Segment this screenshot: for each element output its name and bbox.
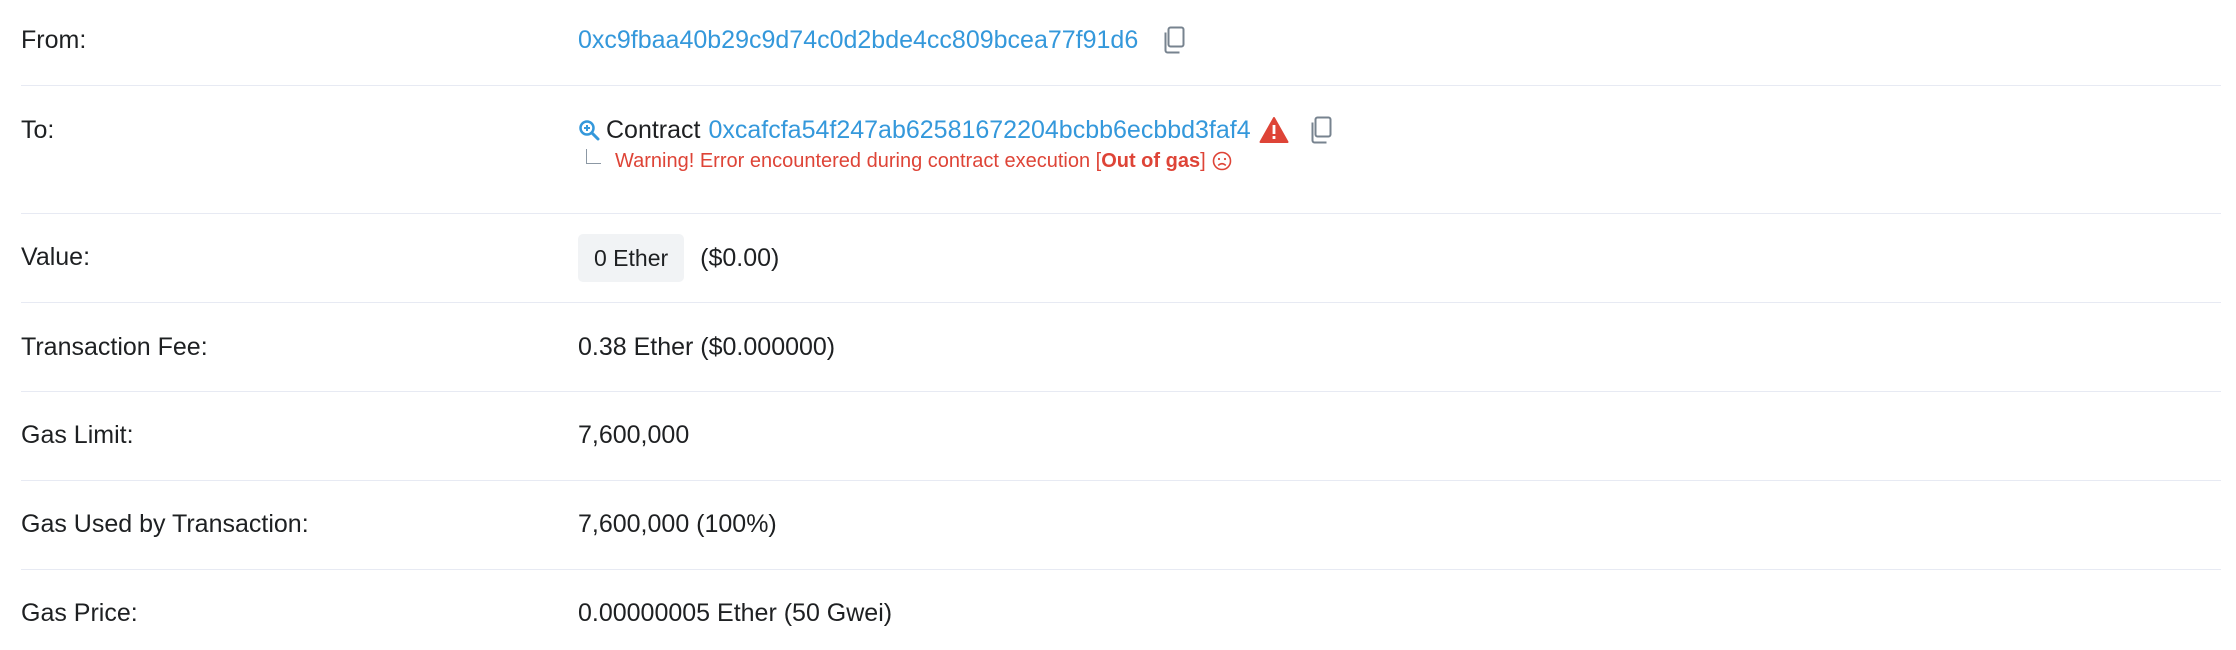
- execution-warning: Warning! Error encountered during contra…: [578, 148, 1232, 174]
- warning-error: Out of gas: [1101, 150, 1201, 172]
- copy-icon[interactable]: [1162, 26, 1186, 54]
- row-gas-price: Gas Price: 0.00000005 Ether (50 Gwei): [21, 569, 2221, 650]
- value-usd: ($0.00): [700, 244, 780, 272]
- gas-used-label: Gas Used by Transaction:: [21, 510, 309, 538]
- to-label: To:: [21, 116, 55, 144]
- warning-prefix: Warning! Error encountered during contra…: [615, 150, 1102, 172]
- sad-face-icon: [1212, 151, 1232, 171]
- value-label: Value:: [21, 243, 91, 271]
- row-gas-limit: Gas Limit: 7,600,000: [21, 391, 2221, 480]
- to-value: Contract 0xcafcfa54f247ab62581672204bcbb…: [578, 115, 1333, 145]
- from-address-link[interactable]: 0xc9fbaa40b29c9d74c0d2bde4cc809bcea77f91…: [578, 25, 1138, 55]
- warning-triangle-icon: [1259, 116, 1289, 144]
- search-icon[interactable]: [578, 119, 600, 141]
- from-value: 0xc9fbaa40b29c9d74c0d2bde4cc809bcea77f91…: [578, 25, 1186, 55]
- gas-used-value: 7,600,000 (100%): [578, 510, 777, 538]
- gas-price-label: Gas Price:: [21, 599, 138, 627]
- warning-suffix: ]: [1200, 150, 1206, 172]
- fee-label: Transaction Fee:: [21, 333, 208, 361]
- row-value: Value: 0 Ether ($0.00): [21, 213, 2221, 302]
- row-transaction-fee: Transaction Fee: 0.38 Ether ($0.000000): [21, 302, 2221, 391]
- copy-icon[interactable]: [1309, 116, 1333, 144]
- row-from: From: 0xc9fbaa40b29c9d74c0d2bde4cc809bce…: [21, 0, 2221, 85]
- row-gas-used: Gas Used by Transaction: 7,600,000 (100%…: [21, 480, 2221, 569]
- tree-connector-icon: [586, 148, 601, 164]
- to-address-link[interactable]: 0xcafcfa54f247ab62581672204bcbb6ecbbd3fa…: [708, 115, 1250, 145]
- value-value: 0 Ether ($0.00): [578, 234, 779, 282]
- gas-limit-value: 7,600,000: [578, 421, 690, 449]
- row-to: To: Contract 0xcafcfa54f247ab62581672204…: [21, 85, 2221, 213]
- gas-limit-label: Gas Limit:: [21, 421, 134, 449]
- ether-amount-badge: 0 Ether: [578, 234, 685, 282]
- contract-word: Contract: [606, 116, 701, 144]
- gas-price-value: 0.00000005 Ether (50 Gwei): [578, 599, 893, 627]
- transaction-details: From: 0xc9fbaa40b29c9d74c0d2bde4cc809bce…: [0, 0, 2236, 650]
- from-label: From:: [21, 26, 87, 54]
- fee-value: 0.38 Ether ($0.000000): [578, 333, 836, 361]
